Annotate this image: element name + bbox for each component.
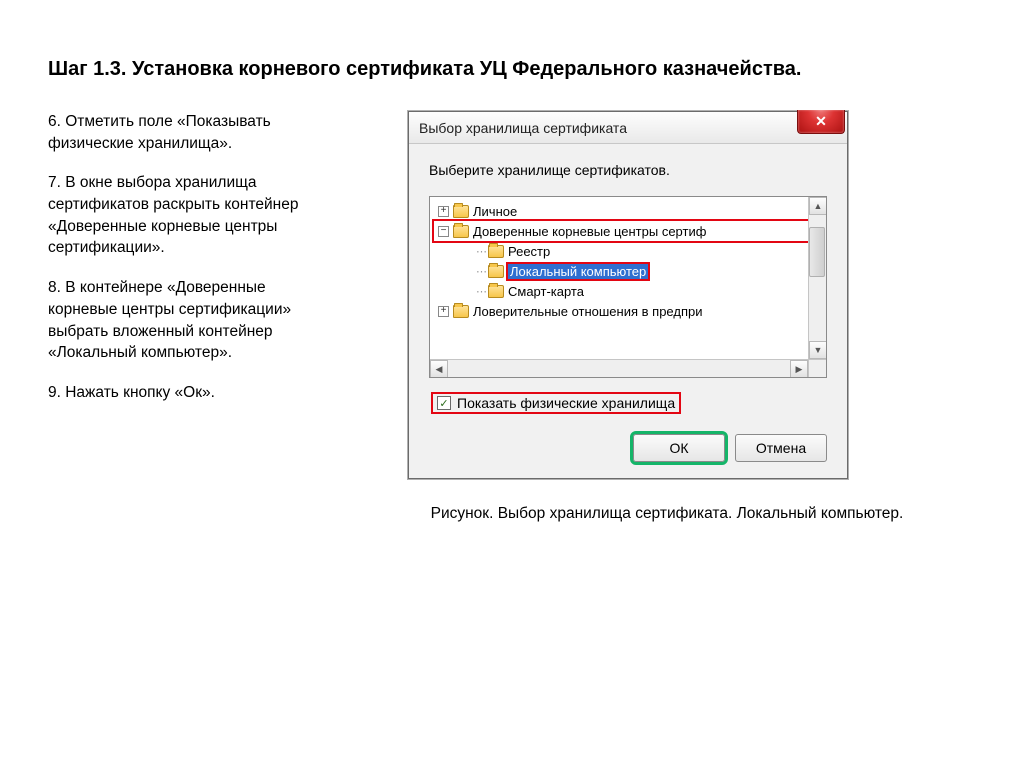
vertical-scrollbar[interactable]: ▲ ▼ bbox=[808, 197, 826, 359]
tree-label: Реестр bbox=[508, 244, 550, 259]
folder-icon bbox=[488, 245, 504, 258]
tree-item-registry[interactable]: ⋯ Реестр bbox=[434, 241, 824, 261]
cancel-button[interactable]: Отмена bbox=[735, 434, 827, 462]
folder-icon bbox=[453, 205, 469, 218]
tree-connector-icon: ⋯ bbox=[476, 245, 486, 258]
step-9: 9. Нажать кнопку «Ок». bbox=[48, 382, 338, 404]
tree-label: Личное bbox=[473, 204, 517, 219]
scroll-thumb[interactable] bbox=[809, 227, 825, 277]
dialog-title: Выбор хранилища сертификата bbox=[419, 120, 627, 136]
folder-icon bbox=[453, 305, 469, 318]
tree-connector-icon: ⋯ bbox=[476, 285, 486, 298]
scrollbar-corner bbox=[808, 359, 826, 377]
scroll-up-icon[interactable]: ▲ bbox=[809, 197, 827, 215]
page-title: Шаг 1.3. Установка корневого сертификата… bbox=[48, 56, 828, 83]
titlebar[interactable]: Выбор хранилища сертификата ✕ bbox=[409, 112, 847, 144]
expand-icon[interactable]: + bbox=[438, 306, 449, 317]
checkmark-icon: ✓ bbox=[437, 396, 451, 410]
tree-item-trusted-root[interactable]: − Доверенные корневые центры сертиф bbox=[434, 221, 824, 241]
close-button[interactable]: ✕ bbox=[797, 110, 845, 134]
tree-item-trust-relations[interactable]: + Ловерительные отношения в предпри bbox=[434, 301, 824, 321]
step-8: 8. В контейнере «Доверенные корневые цен… bbox=[48, 277, 338, 364]
scroll-left-icon[interactable]: ◀ bbox=[430, 360, 448, 378]
tree-label: Доверенные корневые центры сертиф bbox=[473, 224, 706, 239]
folder-icon bbox=[488, 265, 504, 278]
store-tree[interactable]: + Личное − Доверенные корневые центры се… bbox=[429, 196, 827, 378]
dialog-instruction: Выберите хранилище сертификатов. bbox=[429, 162, 827, 178]
tree-item-smart-card[interactable]: ⋯ Смарт-карта bbox=[434, 281, 824, 301]
close-icon: ✕ bbox=[815, 113, 827, 130]
step-list: 6. Отметить поле «Показывать физические … bbox=[48, 111, 358, 422]
step-6: 6. Отметить поле «Показывать физические … bbox=[48, 111, 338, 154]
tree-label: Смарт-карта bbox=[508, 284, 584, 299]
folder-icon bbox=[453, 225, 469, 238]
ok-button[interactable]: ОК bbox=[633, 434, 725, 462]
horizontal-scrollbar[interactable]: ◀ ▶ bbox=[430, 359, 808, 377]
folder-icon bbox=[488, 285, 504, 298]
expand-icon[interactable]: + bbox=[438, 206, 449, 217]
checkbox-label: Показать физические хранилища bbox=[457, 395, 675, 411]
show-physical-stores-checkbox[interactable]: ✓ Показать физические хранилища bbox=[433, 394, 679, 412]
scroll-down-icon[interactable]: ▼ bbox=[809, 341, 827, 359]
certificate-store-dialog: Выбор хранилища сертификата ✕ Выберите х… bbox=[408, 111, 848, 479]
step-7: 7. В окне выбора хранилища сертификатов … bbox=[48, 172, 338, 259]
scroll-right-icon[interactable]: ▶ bbox=[790, 360, 808, 378]
tree-label: Ловерительные отношения в предпри bbox=[473, 304, 702, 319]
tree-item-local-computer[interactable]: ⋯ Локальный компьютер bbox=[434, 261, 824, 281]
collapse-icon[interactable]: − bbox=[438, 226, 449, 237]
tree-connector-icon: ⋯ bbox=[476, 265, 486, 278]
tree-label: Локальный компьютер bbox=[508, 264, 648, 279]
tree-item-personal[interactable]: + Личное bbox=[434, 201, 824, 221]
figure-caption: Рисунок. Выбор хранилища сертификата. Ло… bbox=[358, 503, 976, 525]
